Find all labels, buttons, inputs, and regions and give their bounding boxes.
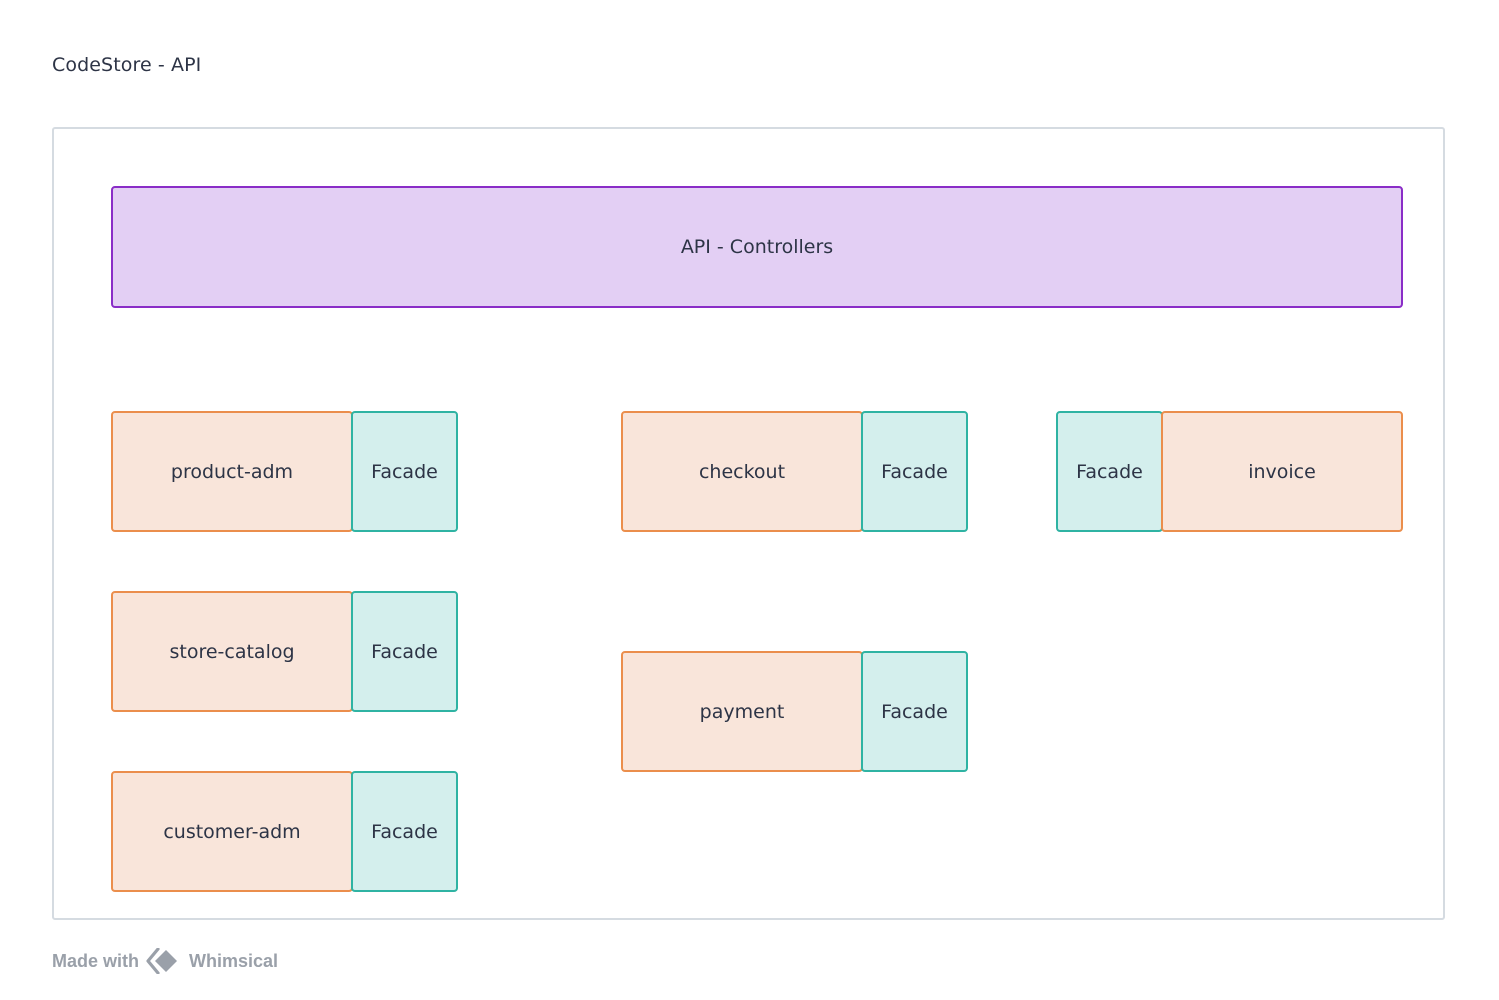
facade-store-catalog[interactable]: Facade <box>351 591 458 712</box>
facade-label: Facade <box>371 820 438 843</box>
facade-payment[interactable]: Facade <box>861 651 968 772</box>
facade-label: Facade <box>371 460 438 483</box>
whimsical-logo-icon <box>146 948 182 974</box>
module-label: customer-adm <box>163 820 301 843</box>
module-label: store-catalog <box>169 640 295 663</box>
module-label: payment <box>699 700 785 723</box>
diagram-title: CodeStore - API <box>52 54 202 76</box>
module-store-catalog[interactable]: store-catalog <box>111 591 353 712</box>
facade-checkout[interactable]: Facade <box>861 411 968 532</box>
module-label: invoice <box>1248 460 1316 483</box>
facade-label: Facade <box>881 460 948 483</box>
module-payment[interactable]: payment <box>621 651 863 772</box>
facade-invoice[interactable]: Facade <box>1056 411 1163 532</box>
facade-label: Facade <box>1076 460 1143 483</box>
module-checkout[interactable]: checkout <box>621 411 863 532</box>
made-with-label: Made with <box>52 950 140 971</box>
made-with-whimsical-footer[interactable]: Made with Whimsical <box>52 948 278 974</box>
facade-label: Facade <box>371 640 438 663</box>
facade-customer-adm[interactable]: Facade <box>351 771 458 892</box>
module-product-adm[interactable]: product-adm <box>111 411 353 532</box>
module-customer-adm[interactable]: customer-adm <box>111 771 353 892</box>
facade-product-adm[interactable]: Facade <box>351 411 458 532</box>
module-label: product-adm <box>170 460 294 483</box>
facade-label: Facade <box>881 700 948 723</box>
api-controllers-label: API - Controllers <box>680 236 834 258</box>
module-label: checkout <box>698 460 786 483</box>
api-controllers-box[interactable]: API - Controllers <box>111 186 1403 308</box>
module-invoice[interactable]: invoice <box>1161 411 1403 532</box>
whimsical-brand-label: Whimsical <box>189 950 279 971</box>
